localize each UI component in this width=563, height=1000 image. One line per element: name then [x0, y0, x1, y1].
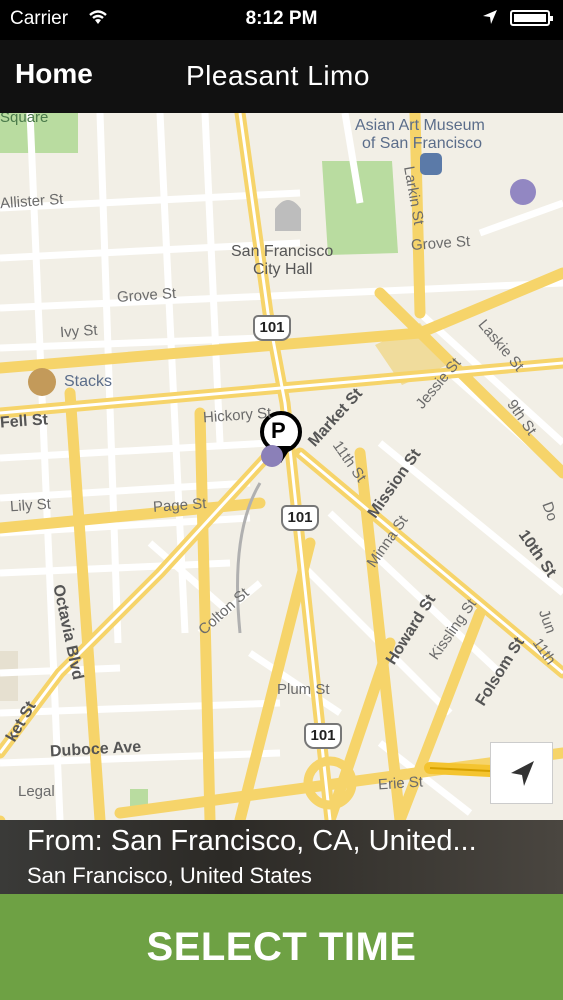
status-time: 8:12 PM [245, 8, 318, 29]
poi-label: Asian Art Museum [355, 117, 485, 134]
map-view[interactable]: Square Asian Art Museum of San Francisco… [0, 113, 563, 820]
poi-label: Stacks [64, 373, 113, 390]
poi-label: of San Francisco [362, 135, 483, 152]
battery-icon [510, 10, 553, 26]
poi-label: Square [0, 113, 49, 126]
pickup-location-panel[interactable]: From: San Francisco, CA, United... San F… [0, 820, 563, 894]
poi-label: City Hall [253, 261, 313, 278]
highway-shield: 101 [253, 315, 291, 341]
street-label: Ivy St [59, 321, 99, 342]
locate-me-button[interactable] [490, 742, 553, 804]
street-label: Erie St [377, 773, 424, 794]
navigation-bar: Home Pleasant Limo [0, 40, 563, 113]
location-arrow-icon [482, 9, 498, 31]
pickup-city: San Francisco, United States [27, 863, 312, 888]
street-label: Plum St [277, 681, 330, 698]
highway-shield: 101 [304, 723, 342, 749]
street-label: Legal [18, 783, 55, 800]
home-button[interactable]: Home [15, 58, 93, 90]
highway-shield: 101 [281, 505, 319, 531]
navigation-arrow-icon [511, 761, 534, 786]
select-time-button[interactable]: SELECT TIME [0, 894, 563, 1000]
street-label: Lily St [9, 495, 52, 516]
status-bar: Carrier 8:12 PM [0, 0, 563, 40]
street-label: Fell St [0, 411, 49, 432]
pickup-pin-label[interactable]: P [271, 418, 286, 444]
poi-label: San Francisco [231, 243, 334, 260]
page-title: Pleasant Limo [186, 60, 370, 91]
map-roads [0, 113, 563, 820]
pickup-address: From: San Francisco, CA, United... [27, 825, 477, 857]
